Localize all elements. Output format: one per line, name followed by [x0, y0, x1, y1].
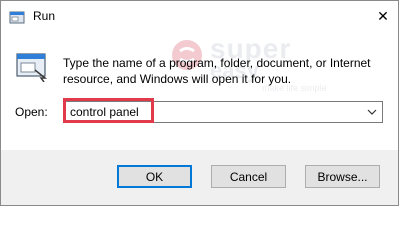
close-button[interactable]: ✕	[368, 1, 398, 31]
open-label: Open:	[15, 105, 48, 119]
ok-button[interactable]: OK	[117, 165, 192, 188]
close-icon: ✕	[377, 7, 389, 24]
chevron-down-icon	[367, 109, 377, 115]
window-title: Run	[33, 9, 56, 23]
dialog-content: super easy make life simple Type the nam…	[1, 32, 398, 150]
cancel-button[interactable]: Cancel	[211, 165, 286, 188]
run-dialog: Run ✕ super easy make life simple Type t…	[0, 0, 399, 206]
ok-button-label: OK	[145, 169, 164, 184]
browse-button-label: Browse...	[317, 169, 368, 184]
run-program-icon	[16, 53, 48, 82]
description-text: Type the name of a program, folder, docu…	[63, 56, 371, 86]
cancel-button-label: Cancel	[229, 169, 268, 184]
dropdown-button[interactable]	[362, 102, 382, 122]
open-combobox[interactable]: control panel	[63, 101, 383, 123]
browse-button[interactable]: Browse...	[305, 165, 380, 188]
button-bar: OK Cancel Browse...	[1, 150, 398, 205]
run-app-icon	[9, 11, 25, 24]
title-bar[interactable]: Run ✕	[1, 1, 398, 32]
open-input[interactable]: control panel	[70, 105, 139, 119]
